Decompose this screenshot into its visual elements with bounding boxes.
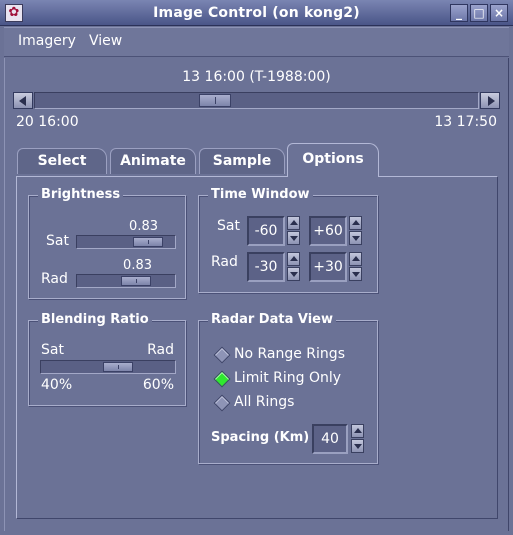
timeline-left-arrow[interactable]: [13, 92, 33, 109]
brightness-rad-slider[interactable]: [76, 274, 176, 288]
blending-ratio-slider[interactable]: [40, 360, 176, 374]
maximize-button[interactable]: □: [470, 4, 488, 22]
time-window-rad-label: Rad: [211, 254, 238, 270]
radio-indicator-icon: [213, 394, 231, 412]
spacing-label: Spacing (Km): [211, 430, 310, 445]
tab-select[interactable]: Select: [17, 148, 107, 174]
radio-no-range-rings[interactable]: No Range Rings: [213, 345, 373, 365]
brightness-sat-thumb[interactable]: [133, 237, 163, 247]
rad-time-low-field[interactable]: -30: [247, 252, 285, 282]
blending-sat-label: Sat: [41, 342, 64, 358]
sat-time-low-down-button[interactable]: [287, 231, 300, 245]
blending-ratio-title: Blending Ratio: [38, 312, 152, 327]
radio-no-range-rings-label: No Range Rings: [234, 346, 345, 362]
sat-time-high-field[interactable]: +60: [309, 216, 347, 246]
timeline-current-time: 13 16:00 (T-1988:00): [182, 69, 331, 85]
timeline-start-label: 20 16:00: [16, 114, 79, 130]
timeline-slider[interactable]: [34, 92, 479, 109]
brightness-rad-thumb[interactable]: [121, 276, 151, 286]
brightness-sat-value: 0.83: [129, 219, 158, 234]
radio-limit-ring-only[interactable]: Limit Ring Only: [213, 369, 373, 389]
blending-rad-percent: 60%: [142, 377, 174, 393]
rad-time-low-up-button[interactable]: [287, 252, 300, 266]
rad-time-high-down-button[interactable]: [349, 267, 362, 281]
brightness-sat-label: Sat: [46, 233, 69, 249]
timeline-right-arrow[interactable]: [480, 92, 500, 109]
radio-limit-ring-only-label: Limit Ring Only: [234, 370, 342, 386]
radio-all-rings[interactable]: All Rings: [213, 393, 373, 413]
sat-time-low-up-button[interactable]: [287, 216, 300, 230]
rad-time-high-field[interactable]: +30: [309, 252, 347, 282]
brightness-rad-value: 0.83: [123, 258, 152, 273]
tab-animate[interactable]: Animate: [110, 148, 196, 174]
spacing-up-button[interactable]: [351, 424, 364, 438]
tab-sample[interactable]: Sample: [199, 148, 285, 174]
tab-options[interactable]: Options: [287, 143, 379, 177]
spacing-km-field[interactable]: 40: [312, 424, 348, 454]
sat-time-low-field[interactable]: -60: [247, 216, 285, 246]
menu-imagery[interactable]: Imagery: [18, 33, 76, 49]
brightness-title: Brightness: [38, 187, 124, 202]
brightness-rad-label: Rad: [41, 271, 68, 287]
time-window-sat-label: Sat: [217, 218, 240, 234]
radio-all-rings-label: All Rings: [234, 394, 295, 410]
arrow-left-icon: [19, 96, 26, 106]
sat-time-high-up-button[interactable]: [349, 216, 362, 230]
radio-indicator-icon: [213, 346, 231, 364]
sat-time-high-down-button[interactable]: [349, 231, 362, 245]
menu-view[interactable]: View: [89, 33, 122, 49]
minimize-button[interactable]: _: [450, 4, 468, 22]
radar-data-view-title: Radar Data View: [208, 312, 336, 327]
timeline-end-label: 13 17:50: [434, 114, 497, 130]
window-title: Image Control (on kong2): [153, 5, 360, 21]
blending-rad-label: Rad: [147, 342, 174, 358]
menu-bar: [4, 27, 509, 57]
timeline-thumb[interactable]: [199, 94, 231, 107]
close-button[interactable]: ×: [490, 4, 508, 22]
rad-time-low-down-button[interactable]: [287, 267, 300, 281]
arrow-right-icon: [488, 96, 495, 106]
spacing-down-button[interactable]: [351, 439, 364, 453]
radio-selected-icon: [213, 370, 231, 388]
blending-ratio-thumb[interactable]: [103, 362, 133, 372]
rad-time-high-up-button[interactable]: [349, 252, 362, 266]
time-window-title: Time Window: [208, 187, 313, 202]
blending-sat-percent: 40%: [41, 377, 73, 393]
brightness-sat-slider[interactable]: [76, 235, 176, 249]
